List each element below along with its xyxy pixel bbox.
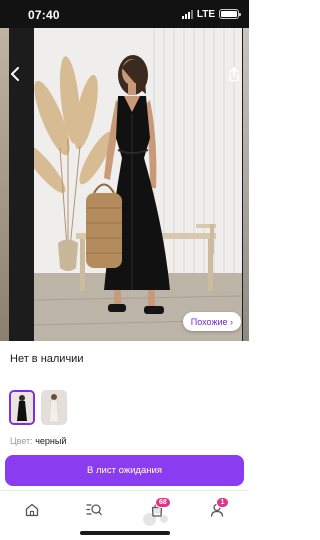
tab-catalog[interactable] xyxy=(82,499,106,521)
chevron-left-icon xyxy=(11,67,19,81)
status-indicators: LTE xyxy=(181,8,241,20)
similar-items-button[interactable]: Похожие › xyxy=(182,312,241,331)
network-type: LTE xyxy=(196,8,215,20)
product-photo[interactable] xyxy=(34,28,242,341)
share-button[interactable] xyxy=(225,64,243,84)
tab-profile[interactable]: 1 xyxy=(205,497,229,521)
battery-icon xyxy=(219,9,241,19)
back-button[interactable] xyxy=(6,64,24,84)
search-list-icon xyxy=(86,504,102,516)
variant-thumbnail-light[interactable] xyxy=(41,390,67,425)
share-icon xyxy=(229,66,239,81)
signal-icon xyxy=(181,9,193,19)
product-photo-illustration xyxy=(34,28,242,341)
home-icon xyxy=(25,503,39,517)
cart-count-badge: 68 xyxy=(155,497,171,508)
tab-cart[interactable]: 68 xyxy=(145,497,171,521)
color-value: черный xyxy=(35,436,67,446)
waitlist-button[interactable]: В лист ожидания xyxy=(5,455,244,486)
status-time: 07:40 xyxy=(28,8,60,22)
variant-thumbnail-image xyxy=(42,391,66,424)
color-variant-thumbnails xyxy=(0,379,249,435)
home-indicator xyxy=(80,531,170,535)
availability-status: Нет в наличии xyxy=(10,353,84,365)
variant-thumbnail-black[interactable] xyxy=(9,390,35,425)
next-photo-peek[interactable] xyxy=(243,28,249,341)
variant-thumbnail-image xyxy=(11,392,33,423)
color-label: Цвет: xyxy=(10,436,33,446)
status-bar: 07:40 LTE xyxy=(0,0,249,28)
notification-badge: 1 xyxy=(216,497,229,508)
color-info: Цвет: черный xyxy=(10,436,66,446)
photo-gallery[interactable] xyxy=(0,28,249,341)
tab-home[interactable] xyxy=(20,499,44,521)
